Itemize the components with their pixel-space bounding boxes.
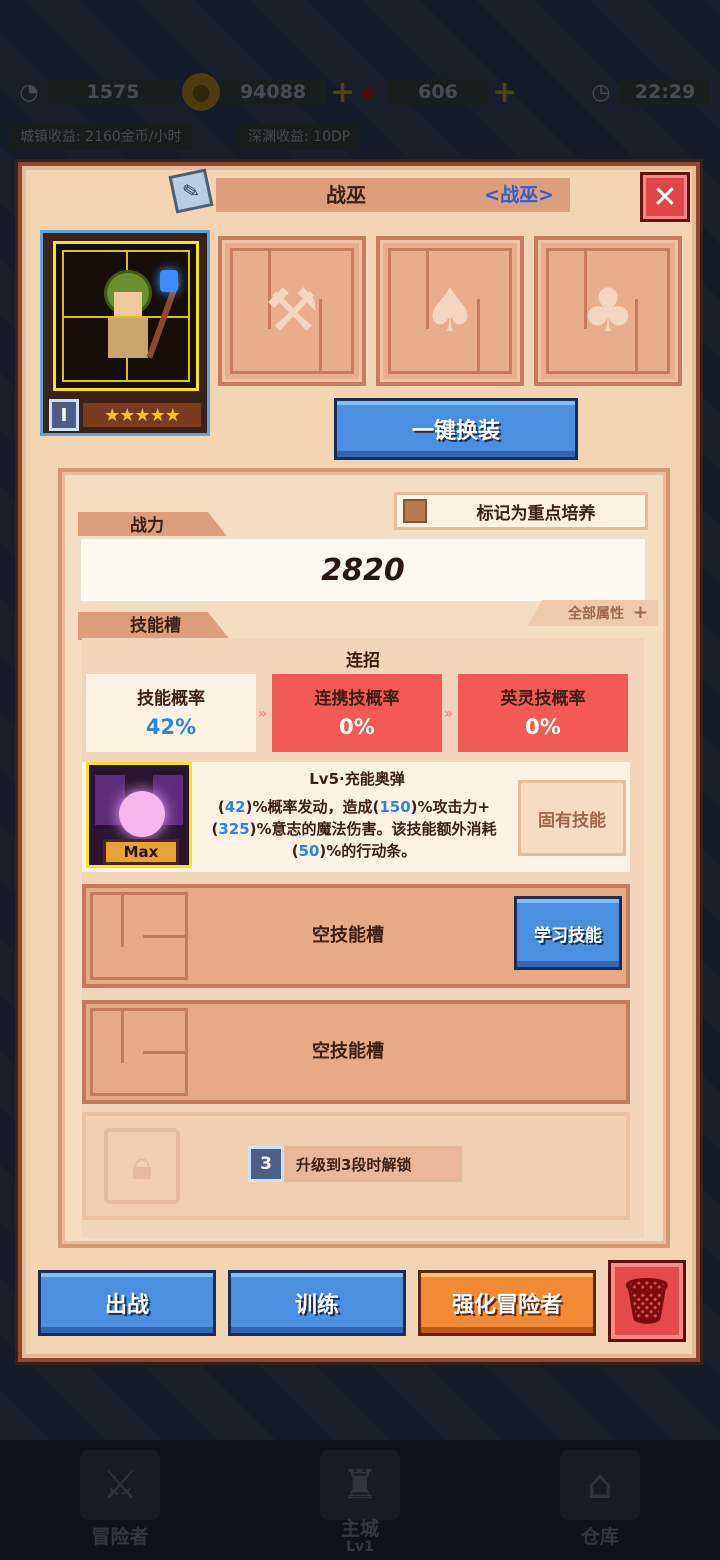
auto-equip-button[interactable]: 一键换装 [334,398,578,460]
skills-tab: 技能槽 [78,612,230,640]
combo-card-label: 连携技概率 [314,689,400,709]
desc-text: ( [217,798,225,816]
desc-number: 50 [298,842,320,860]
dismiss-trash-button[interactable]: 🗑︎ [608,1260,686,1342]
combo-card-value: 0% [525,715,561,739]
combo-card-spirit: 英灵技概率 0% [458,674,628,752]
hero-face [114,292,142,316]
club-icon: ⚒ [265,276,319,346]
hero-sprite [94,270,180,366]
empty-slot-label: 空技能槽 [312,1041,384,1062]
star-rating: ★★★★★ [83,403,201,427]
empty-slot-label: 空技能槽 [312,925,384,946]
unlock-text: 升级到3段时解锁 [296,1155,412,1174]
combo-card-label: 英灵技概率 [500,689,586,709]
hero-portrait: I ★★★★★ [40,230,210,436]
rename-icon[interactable]: ✎ [168,168,214,214]
locked-skill-slot: 🔒︎ 3 升级到3段时解锁 [82,1112,630,1220]
desc-number: 150 [379,798,411,816]
arcane-orb-skill-icon[interactable]: Max [86,762,192,868]
accessory-icon: ♣ [581,276,635,346]
all-attributes-label: 全部属性 [568,606,625,622]
focus-training-toggle[interactable]: 标记为重点培养 [394,492,648,530]
equip-slot-weapon[interactable]: ⚒ [218,236,366,386]
arcane-orb [119,791,165,837]
train-button[interactable]: 训练 [228,1270,406,1336]
focus-checkbox[interactable] [403,499,427,523]
innate-skill-tag: 固有技能 [518,780,626,856]
max-level-tag: Max [103,839,179,865]
deploy-button[interactable]: 出战 [38,1270,216,1336]
empty-skill-slot[interactable]: 空技能槽 [82,1000,630,1104]
hero-staff-gem [160,270,178,292]
power-value: 2820 [78,536,648,604]
unlock-requirement: 3 升级到3段时解锁 [248,1146,462,1182]
lock-icon: 🔒︎ [104,1128,180,1204]
focus-label: 标记为重点培养 [476,503,596,524]
skill-slot-learned: Max Lv5·充能奥弹 (42)%概率发动，造成(150)%攻击力+ (325… [82,762,630,872]
combo-card-value: 0% [339,715,375,739]
combo-title: 连招 [346,651,380,671]
desc-number: 325 [218,820,250,838]
plus-icon: + [632,602,648,623]
slot-pattern [90,892,188,980]
enhance-adventurer-button[interactable]: 强化冒险者 [418,1270,596,1336]
all-attributes-button[interactable]: 全部属性 + [528,600,658,626]
skill-slots-area: 连招 技能概率 42% » 连携技概率 0% » 英灵技概率 0% Max Lv… [82,638,644,1238]
stats-panel: 标记为重点培养 战力 2820 全部属性 + 技能槽 连招 技能概率 42% »… [58,468,670,1248]
equip-slot-accessory[interactable]: ♣ [534,236,682,386]
empty-skill-slot[interactable]: 空技能槽 学习技能 [82,884,630,988]
trash-icon: 🗑︎ [619,1276,675,1327]
combo-card-chain: 连携技概率 0% [272,674,442,752]
rank-3-badge: 3 [248,1146,284,1182]
equip-slot-armor[interactable]: ♠ [376,236,524,386]
close-button[interactable]: ✕ [640,172,690,222]
skill-description: (42)%概率发动，造成(150)%攻击力+ (325)%意志的魔法伤害。该技能… [194,796,514,862]
combo-card-label: 技能概率 [137,689,205,709]
desc-number: 42 [224,798,246,816]
combo-card-value: 42% [145,715,197,739]
armor-icon: ♠ [423,276,477,346]
desc-text: )%概率发动，造成( [245,798,380,816]
desc-text: )%的行动条。 [319,842,417,860]
portrait-frame [53,241,199,391]
combo-card-skill: 技能概率 42% [86,674,256,752]
hero-body [108,318,148,358]
hero-class: <战巫> [484,184,554,206]
dialog-title-bar: 战巫 <战巫> [216,178,570,212]
skill-name: Lv5·充能奥弹 [309,770,405,788]
hero-name: 战巫 [326,183,366,207]
rank-badge: I [49,399,79,431]
slot-pattern [90,1008,188,1096]
hero-detail-dialog: 战巫 <战巫> ✎ ✕ I ★★★★★ ⚒ ♠ ♣ 一键换装 标记为重点培养 战… [18,162,700,1362]
learn-skill-button[interactable]: 学习技能 [514,896,622,970]
